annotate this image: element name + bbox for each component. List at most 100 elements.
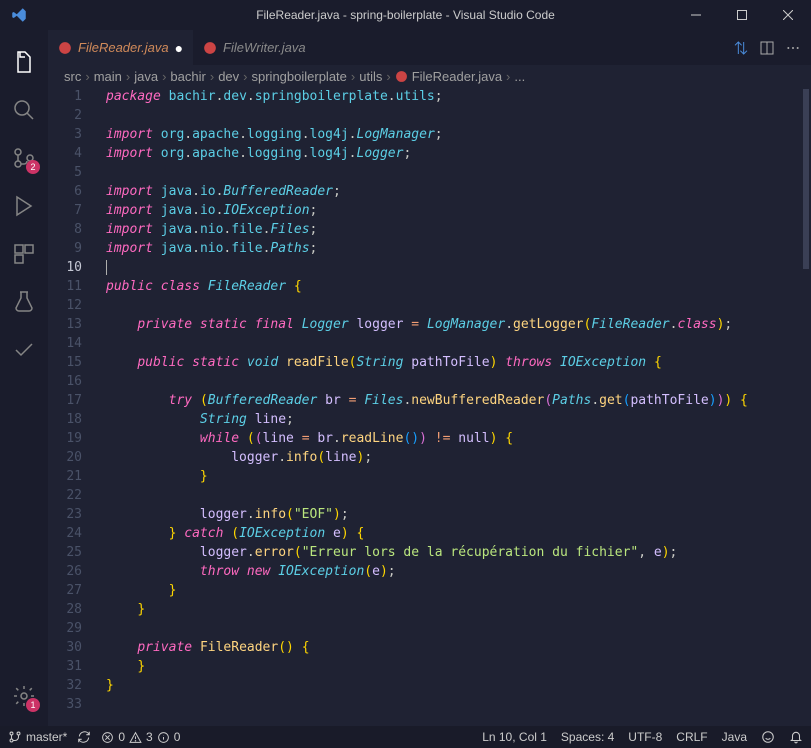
line-number: 22 xyxy=(48,486,82,505)
tab-filewriter[interactable]: FileWriter.java xyxy=(193,30,316,65)
code-line[interactable] xyxy=(106,334,811,353)
code-line[interactable]: logger.info("EOF"); xyxy=(106,505,811,524)
tab-label: FileWriter.java xyxy=(223,40,306,55)
split-editor-icon[interactable] xyxy=(759,40,775,56)
line-number: 17 xyxy=(48,391,82,410)
line-number: 9 xyxy=(48,239,82,258)
code-line[interactable] xyxy=(106,372,811,391)
language-indicator[interactable]: Java xyxy=(722,730,747,744)
line-number: 20 xyxy=(48,448,82,467)
compare-icon[interactable] xyxy=(733,40,749,56)
code-line[interactable]: private FileReader() { xyxy=(106,638,811,657)
line-number: 31 xyxy=(48,657,82,676)
breadcrumb-segment[interactable]: java xyxy=(134,69,158,84)
code-line[interactable]: private static final Logger logger = Log… xyxy=(106,315,811,334)
encoding-indicator[interactable]: UTF-8 xyxy=(628,730,662,744)
feedback-icon[interactable] xyxy=(761,730,775,744)
breadcrumb-segment[interactable]: dev xyxy=(218,69,239,84)
code-line[interactable]: import java.io.BufferedReader; xyxy=(106,182,811,201)
line-number: 4 xyxy=(48,144,82,163)
line-number: 28 xyxy=(48,600,82,619)
search-icon[interactable] xyxy=(0,86,48,134)
statusbar: master* 0 3 0 Ln 10, Col 1 Spaces: 4 UTF… xyxy=(0,726,811,748)
line-number: 1 xyxy=(48,87,82,106)
problems-indicator[interactable]: 0 3 0 xyxy=(101,730,180,744)
line-number: 10 xyxy=(48,258,82,277)
line-number: 32 xyxy=(48,676,82,695)
line-number: 26 xyxy=(48,562,82,581)
breadcrumb-segment[interactable]: utils xyxy=(359,69,382,84)
branch-indicator[interactable]: master* xyxy=(8,730,67,744)
line-gutter: 1234567891011121314151617181920212223242… xyxy=(48,87,98,726)
code-line[interactable]: } xyxy=(106,657,811,676)
breadcrumb-overflow[interactable]: ... xyxy=(514,69,525,84)
code-line[interactable]: import java.io.IOException; xyxy=(106,201,811,220)
check-icon[interactable] xyxy=(0,326,48,374)
code-line[interactable] xyxy=(106,486,811,505)
code-line[interactable] xyxy=(106,163,811,182)
extensions-icon[interactable] xyxy=(0,230,48,278)
code-line[interactable]: } xyxy=(106,676,811,695)
eol-indicator[interactable]: CRLF xyxy=(676,730,707,744)
code-line[interactable]: } catch (IOException e) { xyxy=(106,524,811,543)
code-line[interactable]: try (BufferedReader br = Files.newBuffer… xyxy=(106,391,811,410)
settings-icon[interactable]: 1 xyxy=(0,672,48,720)
code-line[interactable]: import org.apache.logging.log4j.LogManag… xyxy=(106,125,811,144)
cursor-position[interactable]: Ln 10, Col 1 xyxy=(482,730,547,744)
breadcrumbs[interactable]: src › main › java › bachir › dev › sprin… xyxy=(48,65,811,87)
chevron-right-icon: › xyxy=(351,69,355,84)
breadcrumb-segment[interactable]: src xyxy=(64,69,81,84)
code-line[interactable]: logger.error("Erreur lors de la récupéra… xyxy=(106,543,811,562)
more-icon[interactable] xyxy=(785,40,801,56)
code-line[interactable] xyxy=(106,106,811,125)
code-line[interactable]: import java.nio.file.Paths; xyxy=(106,239,811,258)
line-number: 12 xyxy=(48,296,82,315)
source-control-icon[interactable]: 2 xyxy=(0,134,48,182)
line-number: 5 xyxy=(48,163,82,182)
breadcrumb-file[interactable]: FileReader.java xyxy=(412,69,502,84)
code-line[interactable]: while ((line = br.readLine()) != null) { xyxy=(106,429,811,448)
maximize-button[interactable] xyxy=(719,0,765,30)
java-file-icon xyxy=(58,41,72,55)
tab-filereader[interactable]: FileReader.java ● xyxy=(48,30,193,65)
breadcrumb-segment[interactable]: main xyxy=(94,69,122,84)
code-line[interactable]: import org.apache.logging.log4j.Logger; xyxy=(106,144,811,163)
code-line[interactable] xyxy=(106,695,811,714)
sync-indicator[interactable] xyxy=(77,730,91,744)
code-line[interactable]: } xyxy=(106,581,811,600)
vertical-scrollbar[interactable] xyxy=(801,87,811,726)
line-number: 23 xyxy=(48,505,82,524)
chevron-right-icon: › xyxy=(126,69,130,84)
code-line[interactable]: package bachir.dev.springboilerplate.uti… xyxy=(106,87,811,106)
code-line[interactable]: public static void readFile(String pathT… xyxy=(106,353,811,372)
code-line[interactable]: String line; xyxy=(106,410,811,429)
code-line[interactable] xyxy=(106,258,811,277)
code-line[interactable]: } xyxy=(106,600,811,619)
code-content[interactable]: package bachir.dev.springboilerplate.uti… xyxy=(98,87,811,726)
vscode-icon xyxy=(10,6,28,24)
line-number: 14 xyxy=(48,334,82,353)
code-line[interactable]: logger.info(line); xyxy=(106,448,811,467)
run-debug-icon[interactable] xyxy=(0,182,48,230)
testing-icon[interactable] xyxy=(0,278,48,326)
indentation-indicator[interactable]: Spaces: 4 xyxy=(561,730,614,744)
code-line[interactable] xyxy=(106,296,811,315)
line-number: 2 xyxy=(48,106,82,125)
chevron-right-icon: › xyxy=(243,69,247,84)
explorer-icon[interactable] xyxy=(0,38,48,86)
chevron-right-icon: › xyxy=(162,69,166,84)
breadcrumb-segment[interactable]: bachir xyxy=(170,69,205,84)
code-line[interactable]: import java.nio.file.Files; xyxy=(106,220,811,239)
code-line[interactable] xyxy=(106,619,811,638)
minimize-button[interactable] xyxy=(673,0,719,30)
code-line[interactable]: public class FileReader { xyxy=(106,277,811,296)
breadcrumb-segment[interactable]: springboilerplate xyxy=(252,69,347,84)
line-number: 15 xyxy=(48,353,82,372)
close-button[interactable] xyxy=(765,0,811,30)
chevron-right-icon: › xyxy=(506,69,510,84)
code-line[interactable]: } xyxy=(106,467,811,486)
code-editor[interactable]: 1234567891011121314151617181920212223242… xyxy=(48,87,811,726)
code-line[interactable]: throw new IOException(e); xyxy=(106,562,811,581)
line-number: 33 xyxy=(48,695,82,714)
notifications-icon[interactable] xyxy=(789,730,803,744)
